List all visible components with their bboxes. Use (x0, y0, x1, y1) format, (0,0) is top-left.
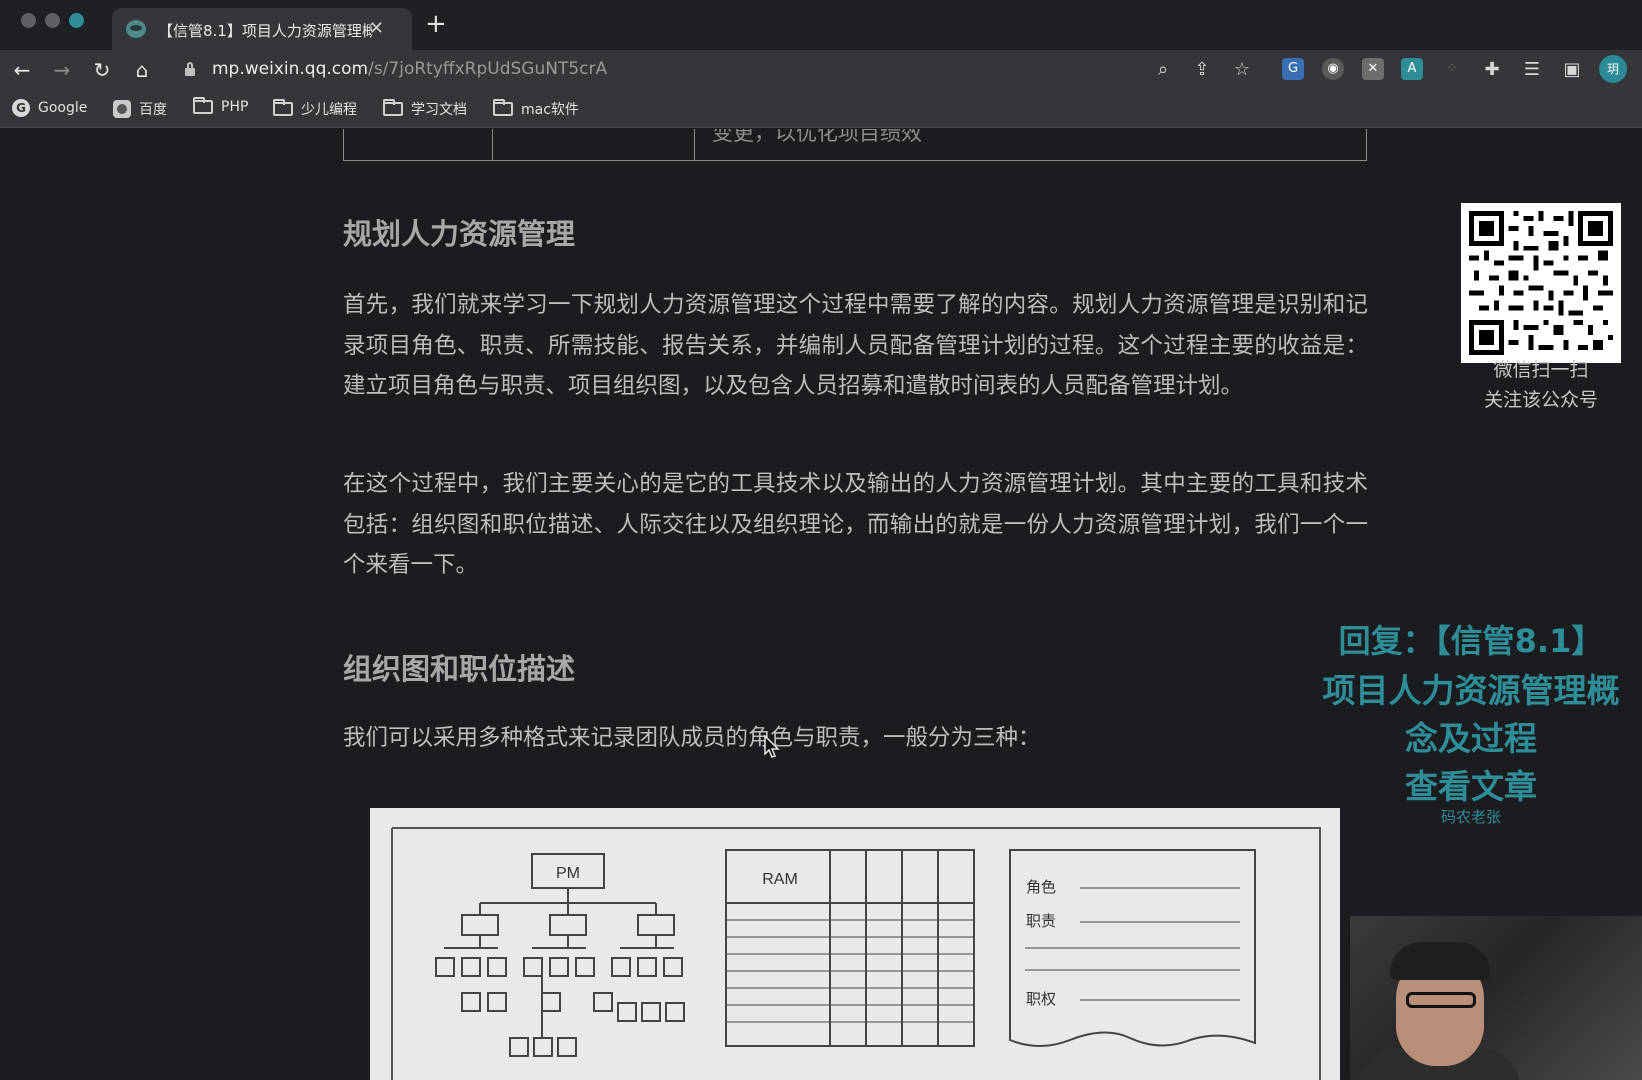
bookmarks-bar: G Google 百度 PHP 少儿编程 学习文档 mac软件 (0, 90, 1642, 128)
bookmark-label: 少儿编程 (301, 102, 357, 118)
ram-matrix-diagram: RAM (725, 849, 975, 1047)
share-icon[interactable]: ⇪ (1190, 58, 1214, 82)
reading-list-icon[interactable]: ☰ (1520, 58, 1544, 82)
bookmark-php[interactable]: PHP (193, 97, 249, 115)
section-title-plan-hr: 规划人力资源管理 (343, 217, 576, 251)
table-col-divider (694, 129, 695, 160)
new-tab-button[interactable]: + (425, 8, 447, 40)
bookmark-label: 百度 (139, 102, 167, 118)
extension-a-icon[interactable]: A (1401, 58, 1423, 80)
bookmark-label: 学习文档 (411, 102, 467, 118)
tab-title: 【信管8.1】项目人力资源管理概 (158, 22, 372, 40)
zoom-icon[interactable]: ⌕ (1151, 58, 1175, 82)
form-field-authority: 职权 (1026, 990, 1056, 1008)
url-path: /s/7joRtyffxRpUdSGuNT5crA (368, 59, 608, 79)
table-col-divider (492, 129, 493, 160)
window-minimize-button[interactable] (45, 13, 60, 28)
presenter-hair (1390, 942, 1490, 980)
wechat-favicon-icon (126, 20, 146, 38)
folder-icon (193, 97, 213, 114)
bookmark-label: PHP (221, 99, 249, 115)
url-host: mp.weixin.qq.com (212, 59, 369, 79)
qr-caption-line1: 微信扫一扫 (1493, 359, 1589, 381)
ram-label: RAM (762, 871, 798, 888)
lock-icon[interactable] (185, 62, 195, 76)
form-field-role: 角色 (1026, 878, 1056, 896)
address-bar[interactable]: mp.weixin.qq.com/s/7joRtyffxRpUdSGuNT5cr… (212, 59, 607, 79)
extension-x-icon[interactable]: ✕ (1362, 58, 1384, 80)
translate-extension-icon[interactable]: G (1282, 58, 1304, 80)
table-fragment: 变更，以优化项目绩效 (343, 129, 1367, 161)
window-close-button[interactable] (21, 13, 36, 28)
reload-icon[interactable]: ↻ (88, 56, 116, 84)
paragraph-formats: 我们可以采用多种格式来记录团队成员的角色与职责，一般分为三种： (343, 725, 1041, 751)
bookmark-label: mac软件 (521, 102, 579, 118)
active-tab[interactable]: 【信管8.1】项目人力资源管理概 ✕ (112, 8, 412, 50)
tab-close-icon[interactable]: ✕ (369, 18, 384, 39)
promo-reply-line: 回复：【信管8.1】 (1338, 622, 1604, 660)
window-maximize-button[interactable] (69, 13, 84, 28)
table-cell-text: 变更，以优化项目绩效 (712, 129, 922, 145)
home-icon[interactable]: ⌂ (128, 56, 156, 84)
qr-code (1461, 203, 1621, 363)
folder-icon (383, 99, 403, 116)
formats-figure-drawing: PM RAM 角色 职责 职权 (391, 827, 1321, 1080)
bookmark-baidu[interactable]: 百度 (113, 99, 167, 119)
qr-code-icon (1469, 211, 1613, 355)
webcam-overlay (1350, 916, 1642, 1080)
promo-title-line2: 念及过程 (1405, 719, 1537, 758)
address-toolbar: ← → ↻ ⌂ mp.weixin.qq.com/s/7joRtyffxRpUd… (0, 50, 1642, 90)
paragraph-intro: 首先，我们就来学习一下规划人力资源管理这个过程中需要了解的内容。规划人力资源管理… (343, 292, 1368, 399)
folder-icon (493, 99, 513, 116)
google-icon: G (12, 99, 30, 117)
presenter-glasses (1406, 992, 1476, 1008)
paragraph-tools: 在这个过程中，我们主要关心的是它的工具技术以及输出的人力资源管理计划。其中主要的… (343, 471, 1368, 578)
promo-view-article: 查看文章 (1405, 767, 1537, 806)
extension-dots-icon[interactable]: ⁘ (1441, 58, 1463, 80)
extensions-puzzle-icon[interactable]: ✚ (1480, 58, 1504, 82)
section-title-org-chart: 组织图和职位描述 (343, 652, 576, 686)
tab-bar: 【信管8.1】项目人力资源管理概 ✕ + (0, 0, 1642, 50)
bookmark-mac-software[interactable]: mac软件 (493, 99, 579, 119)
position-description-diagram: 角色 职责 职权 (1009, 849, 1256, 1047)
forward-arrow-icon[interactable]: → (48, 56, 76, 84)
folder-icon (273, 99, 293, 116)
promo-title-line: 项目人力资源管理概 (1322, 671, 1620, 710)
side-panel-icon[interactable]: ▣ (1560, 58, 1584, 82)
formats-figure: PM RAM 角色 职责 职权 (370, 808, 1340, 1080)
extension-circle-icon[interactable]: ◉ (1322, 58, 1344, 80)
bookmark-label: Google (38, 100, 88, 116)
bookmark-kids-coding[interactable]: 少儿编程 (273, 99, 357, 119)
bookmark-study-docs[interactable]: 学习文档 (383, 99, 467, 119)
org-root-label: PM (556, 865, 580, 882)
promo-author: 码农老张 (1440, 808, 1501, 826)
bookmark-star-icon[interactable]: ☆ (1230, 58, 1254, 82)
form-field-duty: 职责 (1026, 912, 1056, 930)
org-chart-diagram: PM (435, 853, 685, 1057)
profile-avatar[interactable]: 玥 (1599, 55, 1627, 83)
bookmark-google[interactable]: G Google (12, 99, 87, 117)
qr-caption-line2: 关注该公众号 (1483, 389, 1598, 411)
baidu-icon (113, 100, 131, 118)
back-arrow-icon[interactable]: ← (8, 56, 36, 84)
